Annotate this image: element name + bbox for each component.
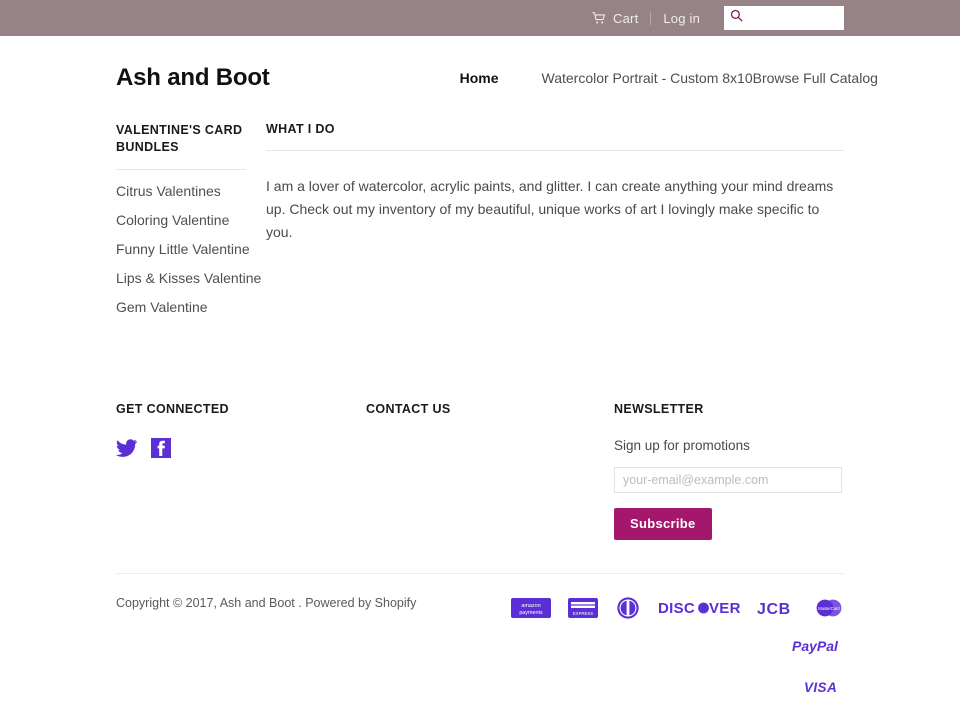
list-item: Citrus Valentines: [116, 183, 266, 201]
about-paragraph: I am a lover of watercolor, acrylic pain…: [266, 178, 834, 240]
sidebar-item-citrus-valentines[interactable]: Citrus Valentines: [116, 183, 221, 199]
newsletter-title: Newsletter: [614, 402, 704, 416]
content-area: Valentine's Card Bundles Citrus Valentin…: [116, 114, 844, 328]
cart-label: Cart: [613, 10, 639, 26]
search-icon: [730, 9, 743, 27]
topbar-divider: [650, 11, 652, 25]
top-utility-bar-inner: Cart Log in: [582, 6, 844, 30]
payment-icons: amazon payments EXPRESS DISC VER JCB Mas…: [499, 596, 844, 697]
visa-row: VISA: [499, 677, 844, 697]
american-express-icon: EXPRESS: [568, 596, 598, 620]
paypal-icon: PayPal: [792, 634, 844, 658]
main-column: What I Do I am a lover of watercolor, ac…: [266, 122, 844, 244]
sidebar-item-lips-kisses-valentine[interactable]: Lips & Kisses Valentine: [116, 270, 261, 286]
svg-text:amazon: amazon: [521, 603, 540, 609]
search-box[interactable]: [724, 6, 844, 30]
svg-text:MasterCard: MasterCard: [818, 606, 840, 611]
site-logo[interactable]: Ash and Boot: [116, 64, 270, 92]
page-title-divider: [266, 150, 844, 151]
social-links: [115, 438, 366, 458]
page-wrap: Ash and Boot Home Watercolor Portrait - …: [0, 36, 960, 697]
main-nav: Home Watercolor Portrait - Custom 8x10 B…: [460, 70, 878, 86]
get-connected-title: Get Connected: [116, 402, 229, 416]
footer-get-connected: Get Connected: [115, 402, 366, 540]
svg-text:PayPal: PayPal: [792, 638, 839, 654]
svg-text:payments: payments: [519, 610, 543, 616]
nav-item-home[interactable]: Home: [460, 70, 499, 86]
facebook-link[interactable]: [151, 438, 171, 458]
sidebar-divider: [116, 169, 246, 170]
mastercard-icon: MasterCard: [814, 596, 844, 620]
svg-text:VER: VER: [709, 600, 740, 617]
footer-newsletter: Newsletter Sign up for promotions Subscr…: [614, 402, 844, 540]
twitter-link[interactable]: [115, 439, 138, 457]
list-item: Lips & Kisses Valentine: [116, 270, 266, 288]
jcb-icon: JCB: [757, 596, 797, 620]
sidebar-item-coloring-valentine[interactable]: Coloring Valentine: [116, 212, 229, 228]
diners-club-icon: [615, 596, 641, 620]
discover-icon: DISC VER: [658, 596, 740, 620]
site-footer: Get Connected: [115, 328, 844, 540]
newsletter-subtitle: Sign up for promotions: [614, 438, 750, 453]
sidebar-item-gem-valentine[interactable]: Gem Valentine: [116, 299, 208, 315]
sidebar-list: Citrus Valentines Coloring Valentine Fun…: [116, 183, 266, 317]
amazon-payments-icon: amazon payments: [511, 596, 551, 620]
subscribe-button[interactable]: Subscribe: [614, 508, 712, 540]
svg-text:DISC: DISC: [658, 600, 695, 617]
main-inner: What I Do I am a lover of watercolor, ac…: [266, 122, 844, 244]
shopping-cart-icon: [592, 11, 606, 25]
site-header: Ash and Boot Home Watercolor Portrait - …: [116, 36, 878, 114]
list-item: Gem Valentine: [116, 299, 266, 317]
copyright-text: Copyright © 2017, Ash and Boot . Powered…: [116, 596, 417, 610]
footer-contact-us: Contact Us: [366, 402, 614, 540]
contact-us-title: Contact Us: [366, 402, 451, 416]
svg-text:EXPRESS: EXPRESS: [573, 611, 593, 616]
page-title: What I Do: [266, 122, 335, 136]
sidebar-item-funny-little-valentine[interactable]: Funny Little Valentine: [116, 241, 250, 257]
email-field[interactable]: [614, 467, 842, 493]
sidebar-title: Valentine's Card Bundles: [116, 123, 243, 154]
twitter-icon: [115, 439, 138, 461]
svg-text:JCB: JCB: [757, 601, 791, 618]
footer-bottom: Copyright © 2017, Ash and Boot . Powered…: [116, 574, 844, 697]
nav-item-watercolor-portrait[interactable]: Watercolor Portrait - Custom 8x10: [542, 70, 753, 86]
svg-text:VISA: VISA: [804, 680, 837, 695]
cart-link[interactable]: Cart: [582, 11, 648, 26]
top-utility-bar: Cart Log in: [0, 0, 960, 36]
list-item: Funny Little Valentine: [116, 241, 266, 259]
facebook-icon: [151, 438, 171, 462]
visa-icon: VISA: [804, 677, 844, 697]
nav-item-browse-full-catalog[interactable]: Browse Full Catalog: [753, 70, 878, 86]
sidebar: Valentine's Card Bundles Citrus Valentin…: [116, 122, 266, 328]
search-input[interactable]: [747, 8, 838, 28]
list-item: Coloring Valentine: [116, 212, 266, 230]
login-link[interactable]: Log in: [653, 11, 710, 26]
